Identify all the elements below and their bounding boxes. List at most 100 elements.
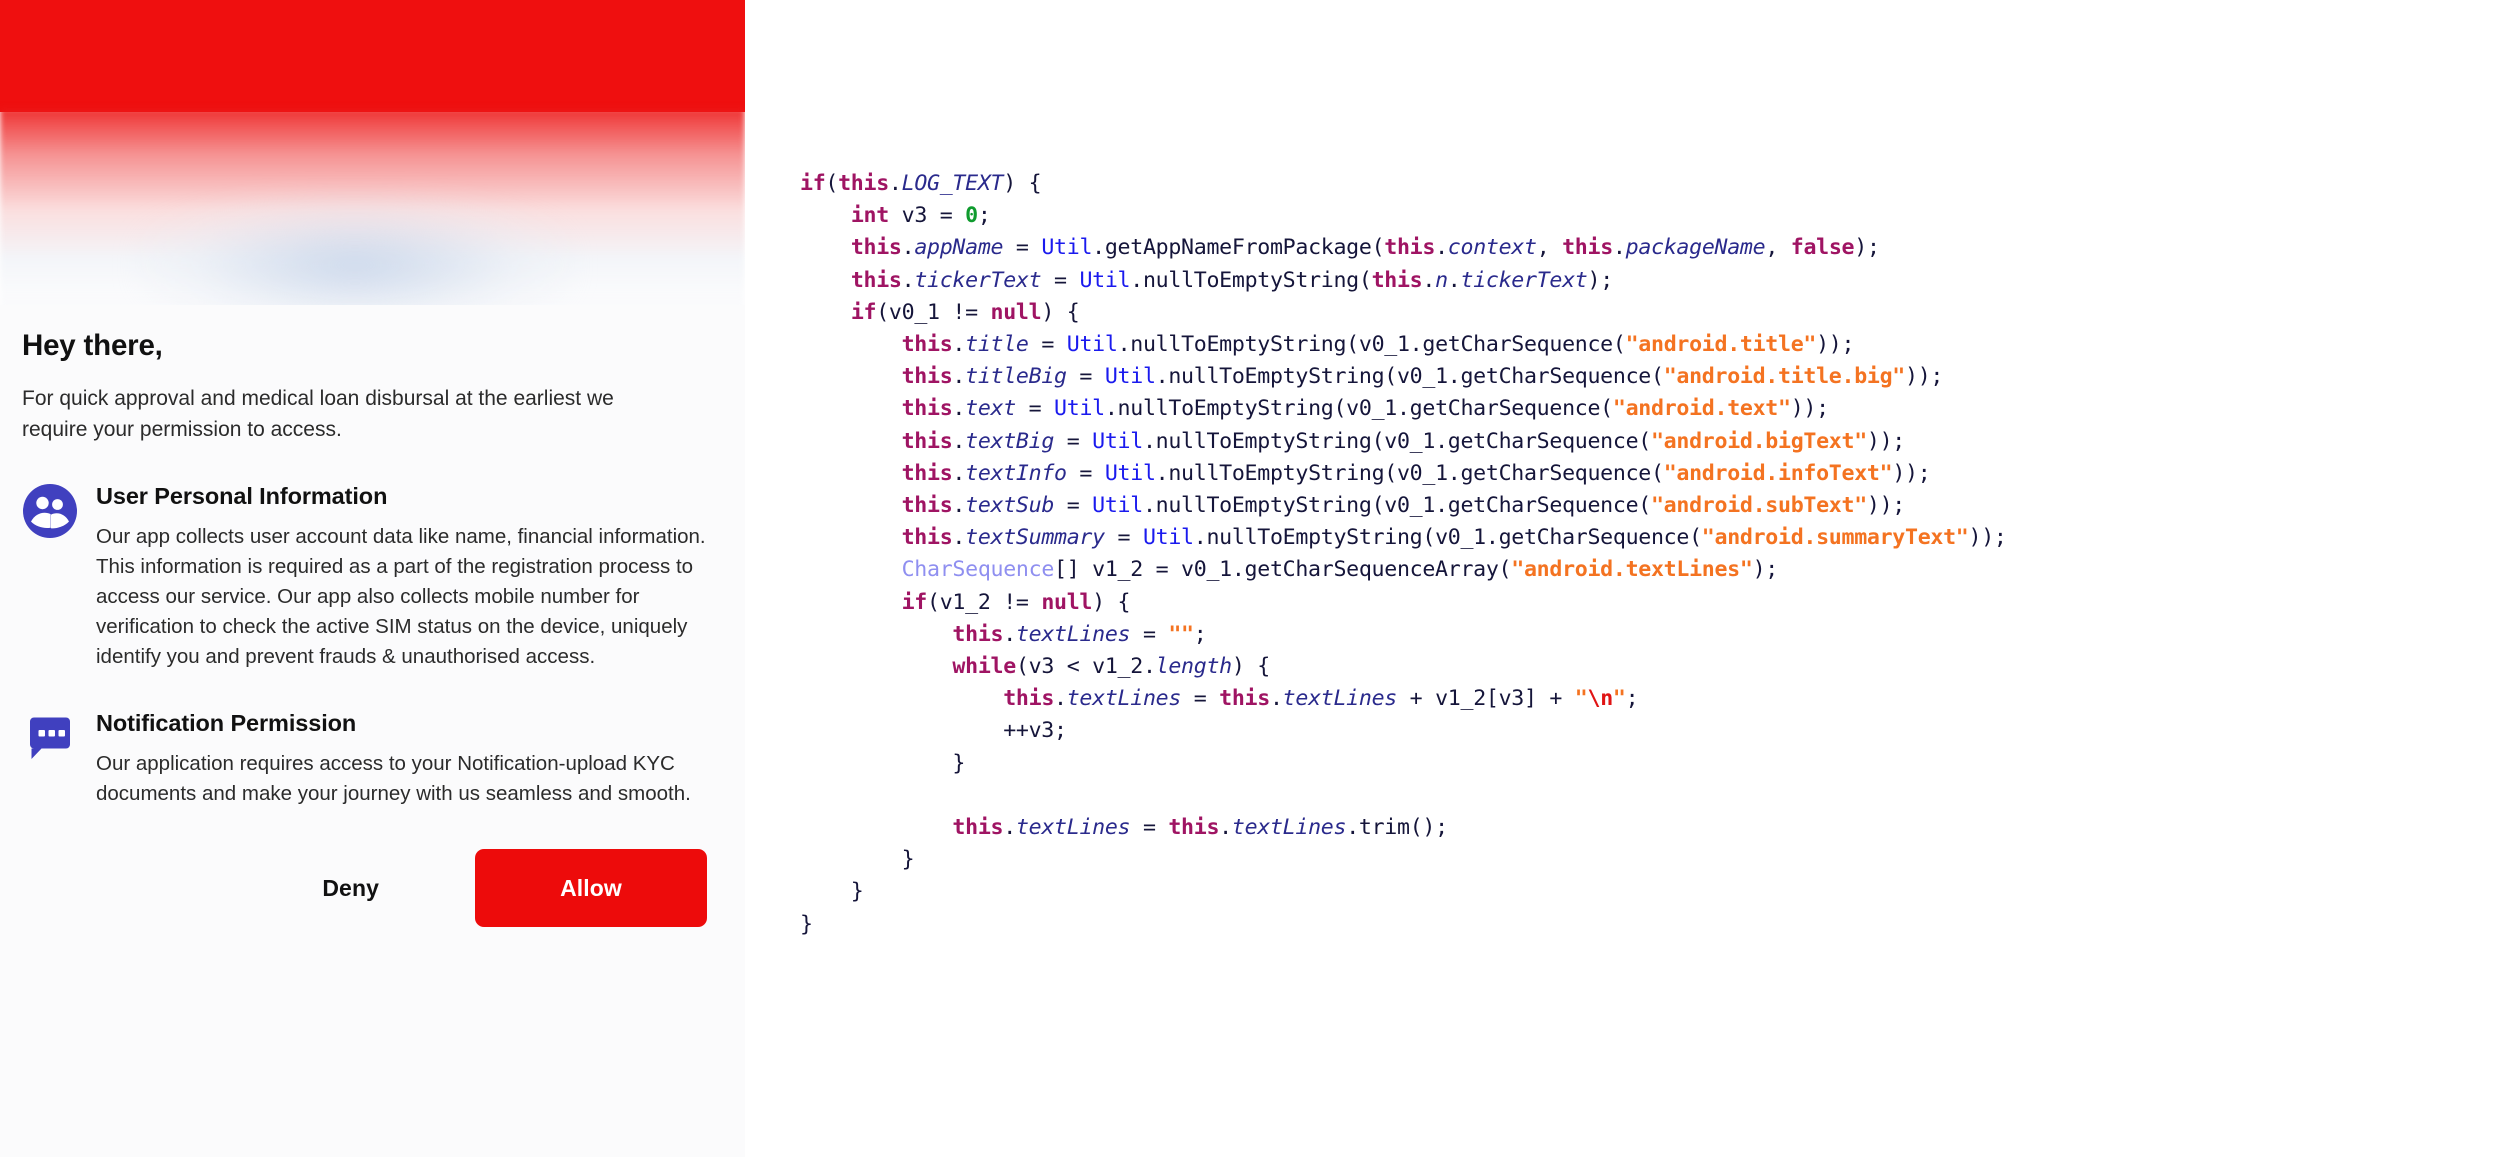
code-token-pl: v3 = xyxy=(888,203,966,229)
code-token-fld: textLines xyxy=(1231,815,1347,841)
permission-text-block: Notification Permission Our application … xyxy=(96,708,723,809)
code-token-str: "android.infoText" xyxy=(1663,460,1893,486)
code-token-kw: this xyxy=(901,525,953,551)
code-line: this.textSub = Util.nullToEmptyString(v0… xyxy=(800,490,2007,522)
code-token-pl: . xyxy=(952,332,966,358)
code-token-type: CharSequence xyxy=(901,557,1055,583)
code-token-kw: this xyxy=(952,621,1004,647)
code-token-str: "" xyxy=(1168,621,1194,647)
code-line: this.textLines = ""; xyxy=(800,619,2007,651)
permission-item-user-personal-information: User Personal Information Our app collec… xyxy=(22,481,723,672)
code-token-kw: this xyxy=(901,332,953,358)
code-token-pl: ) { xyxy=(1041,299,1080,325)
code-token-pl: + v1_2[v3] + xyxy=(1396,686,1575,712)
code-token-fld: packageName xyxy=(1625,235,1766,261)
code-token-fld: textLines xyxy=(1282,686,1398,712)
code-token-str: "android.title" xyxy=(1625,332,1817,358)
code-line: this.textLines = this.textLines + v1_2[v… xyxy=(800,683,2007,715)
code-token-kw: this xyxy=(1219,686,1270,712)
permission-actions: Deny Allow xyxy=(22,849,723,927)
code-token-cls: Util xyxy=(1054,396,1105,422)
code-token-pl: } xyxy=(800,750,966,776)
code-token-str: " xyxy=(1574,686,1588,712)
code-line: this.textInfo = Util.nullToEmptyString(v… xyxy=(800,458,2007,490)
code-token-pl: (v1_2 != xyxy=(927,589,1042,615)
code-token-fld: textBig xyxy=(965,428,1055,454)
code-token-fld: tickerText xyxy=(1460,267,1588,293)
deny-button[interactable]: Deny xyxy=(294,859,407,918)
code-token-pl: . xyxy=(952,428,966,454)
code-token-fld: LOG_TEXT xyxy=(901,171,1004,196)
code-token-pl: . xyxy=(1219,815,1232,841)
code-line: this.textBig = Util.nullToEmptyString(v0… xyxy=(800,426,2007,458)
code-line: } xyxy=(800,876,2007,908)
code-token-kw: null xyxy=(990,299,1042,325)
code-line: this.textLines = this.textLines.trim(); xyxy=(800,812,2007,844)
code-token-pl: = xyxy=(1104,525,1143,551)
code-token-kw: if xyxy=(850,299,877,325)
permission-description: Our application requires access to your … xyxy=(96,752,691,805)
code-token-pl: ) { xyxy=(1003,171,1042,196)
code-token-pl: . xyxy=(952,364,966,390)
code-token-str: " xyxy=(1612,686,1626,712)
code-token-pl: . xyxy=(1435,235,1448,261)
allow-button[interactable]: Allow xyxy=(475,849,707,927)
code-token-pl: .nullToEmptyString(v0_1.getCharSequence( xyxy=(1117,332,1626,358)
code-token-pl: = xyxy=(1054,493,1093,519)
code-token-pl: .trim(); xyxy=(1346,815,1448,841)
code-token-pl: )); xyxy=(1790,396,1829,422)
code-token-pl: . xyxy=(952,525,966,551)
code-token-pl: . xyxy=(1054,686,1067,712)
code-token-pl: (v3 < v1_2. xyxy=(1015,654,1156,680)
code-token-str: "android.textLines" xyxy=(1511,557,1753,583)
code-token-pl: = xyxy=(1003,235,1042,261)
code-token-pl: . xyxy=(1612,235,1626,261)
code-line: if(this.LOG_TEXT) { xyxy=(800,168,2007,200)
code-token-kw: this xyxy=(901,364,953,390)
code-token-pl: = xyxy=(1015,396,1055,422)
code-token-fld: textLines xyxy=(1015,815,1131,841)
code-token-cls: Util xyxy=(1092,428,1143,454)
code-line: } xyxy=(800,909,2007,941)
code-token-pl: . xyxy=(1003,621,1016,647)
code-token-pl: , xyxy=(1536,235,1563,261)
code-token-fld: titleBig xyxy=(965,364,1067,390)
code-token-fld: appName xyxy=(914,235,1004,261)
code-token-pl: = xyxy=(1181,686,1220,712)
permission-sheet: Hey there, For quick approval and medica… xyxy=(0,305,745,1157)
code-token-pl: ; xyxy=(1625,686,1639,712)
code-panel: if(this.LOG_TEXT) { int v3 = 0; this. app… xyxy=(745,0,2500,1157)
code-token-pl: .nullToEmptyString(v0_1.getCharSequence( xyxy=(1142,493,1651,519)
code-token-pl: . xyxy=(952,460,966,486)
code-token-pl: } xyxy=(800,911,813,937)
code-token-pl: . xyxy=(1422,267,1436,293)
code-token-kw: this xyxy=(1168,815,1220,841)
permission-item-notification-permission: Notification Permission Our application … xyxy=(22,708,723,809)
code-token-pl: ); xyxy=(1587,267,1614,293)
code-token-pl: ); xyxy=(1854,235,1880,261)
code-line: } xyxy=(800,748,2007,780)
code-token-kw: this xyxy=(850,267,902,293)
code-token-pl: = xyxy=(1028,332,1067,358)
code-token-pl: .getAppNameFromPackage( xyxy=(1092,235,1385,261)
code-token-fld: text xyxy=(965,396,1016,422)
code-token-cls: Util xyxy=(1079,267,1131,293)
code-token-pl: .nullToEmptyString( xyxy=(1130,267,1372,293)
code-token-pl: )); xyxy=(1968,525,2007,551)
code-token-kw: while xyxy=(952,654,1016,680)
permission-heading: User Personal Information xyxy=(96,483,388,509)
code-token-pl: } xyxy=(800,847,915,873)
code-line: int v3 = 0; xyxy=(800,200,2007,232)
code-token-pl: . xyxy=(1447,267,1461,293)
